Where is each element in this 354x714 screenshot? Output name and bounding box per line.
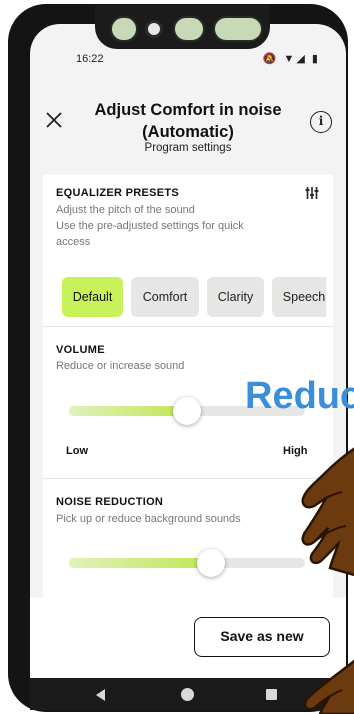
equalizer-settings-icon[interactable] xyxy=(305,186,319,200)
pointing-hand-icon xyxy=(303,659,354,714)
title-line-2: (Automatic) xyxy=(142,123,234,141)
section-divider xyxy=(43,478,333,479)
preset-chip-clarity[interactable]: Clarity xyxy=(207,277,264,317)
close-icon[interactable] xyxy=(44,110,64,130)
nav-back-icon[interactable] xyxy=(96,689,105,701)
camera-lens-icon xyxy=(173,16,205,42)
page-title: Adjust Comfort in noise (Automatic) xyxy=(90,99,286,143)
equalizer-desc: Adjust the pitch of the sound Use the pr… xyxy=(56,202,244,250)
volume-slider-fill xyxy=(69,406,187,416)
nav-home-icon[interactable] xyxy=(181,688,194,701)
pointing-hand-icon xyxy=(301,447,354,576)
overlay-caption: Reduc xyxy=(245,375,354,417)
preset-chip-speech[interactable]: Speech xyxy=(272,277,326,317)
noise-reduction-slider-thumb[interactable] xyxy=(196,549,225,577)
camera-lens-icon xyxy=(213,16,263,42)
volume-slider-thumb[interactable] xyxy=(173,397,201,425)
noise-reduction-desc: Pick up or reduce background sounds xyxy=(56,513,241,525)
noise-reduction-slider[interactable] xyxy=(69,548,305,578)
camera-lens-icon xyxy=(110,16,138,42)
title-line-1: Adjust Comfort in noise xyxy=(94,101,282,119)
section-divider xyxy=(43,326,333,327)
equalizer-title: EQUALIZER PRESETS xyxy=(56,187,180,199)
volume-desc: Reduce or increase sound xyxy=(56,360,185,372)
noise-reduction-title: NOISE REDUCTION xyxy=(56,496,164,508)
camera-sensor-icon xyxy=(145,20,163,38)
equalizer-desc-line: Adjust the pitch of the sound xyxy=(56,204,195,216)
status-time: 16:22 xyxy=(76,53,104,65)
noise-reduction-slider-track xyxy=(69,558,305,568)
preset-chip-comfort[interactable]: Comfort xyxy=(131,277,199,317)
info-icon[interactable]: i xyxy=(310,111,332,133)
noise-reduction-slider-fill xyxy=(69,558,211,568)
equalizer-desc-line: Use the pre-adjusted settings for quick xyxy=(56,220,244,232)
preset-chip-default[interactable]: Default xyxy=(62,277,123,317)
volume-low-label: Low xyxy=(66,445,88,457)
preset-chip-row: Default Comfort Clarity Speech xyxy=(43,270,326,326)
nav-recents-icon[interactable] xyxy=(266,689,277,700)
page-header: Adjust Comfort in noise (Automatic) Prog… xyxy=(30,74,346,170)
save-as-new-button[interactable]: Save as new xyxy=(194,617,330,657)
volume-title: VOLUME xyxy=(56,344,105,356)
status-bar: 16:22 🔕 ▼◢ ▮ xyxy=(30,48,346,74)
page-subtitle: Program settings xyxy=(144,142,232,154)
equalizer-desc-line: access xyxy=(56,236,91,248)
status-icons: 🔕 ▼◢ ▮ xyxy=(262,53,320,65)
